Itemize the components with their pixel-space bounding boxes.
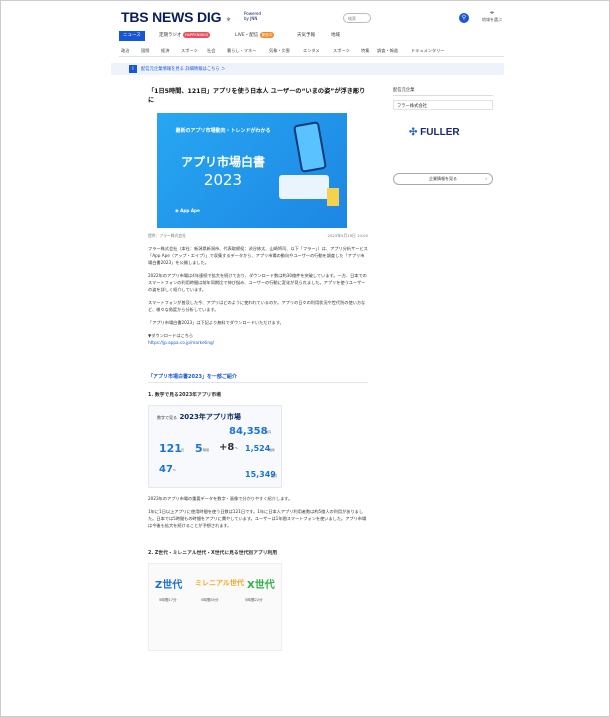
page: TBS NEWS DIG ♆ Powered by JNN 検索 ⚲ ⌖ 地域を選ぶ… [111, 3, 504, 714]
site-header: TBS NEWS DIG ♆ Powered by JNN 検索 ⚲ ⌖ 地域を選ぶ [111, 7, 504, 29]
category-item[interactable]: 国際 [141, 48, 149, 54]
publish-date: 2023年5月19日 10:00 [327, 233, 368, 238]
sidebar: 配信元企業 フラー株式会社 ✣ FULLER 企業情報を見る › [393, 87, 493, 185]
subsection-heading: 2. Z世代・ミレニアル世代・X世代に見る世代別アプリ利用 [148, 551, 278, 556]
stat-unit: 日 [181, 448, 185, 452]
gen-z-label: Z世代 [155, 580, 183, 591]
company-logo[interactable]: ✣ FULLER [409, 127, 460, 138]
notice-bar[interactable]: i 配信元企業情報を見る 詳細情報はこちら ＞ [111, 63, 504, 75]
article-title: 「1日5時間、121日」アプリを使う日本人 ユーザーの“いまの姿”が浮き彫りに [148, 88, 366, 104]
article-body-2: 2023年のアプリ市場の重要データを数字・画像で分かりやすく紹介します。 1年に… [148, 495, 368, 529]
hero-subtitle: 最新のアプリ市場動向・トレンドがわかる [175, 128, 271, 134]
gen-x-label: X世代 [247, 580, 275, 591]
category-item[interactable]: スポーツ [333, 48, 350, 54]
stat-unit: % [173, 468, 176, 472]
paragraph: 2023年のアプリ市場の重要データを数字・画像で分かりやすく紹介します。 [148, 496, 293, 501]
market-infographic: 数字で見る 2023年アプリ市場 84,358 億円 121 日 5 時間 +8… [148, 405, 282, 488]
stat-unit: % [235, 446, 238, 450]
site-logo[interactable]: TBS NEWS DIG ♆ [121, 9, 232, 25]
bar-illustration [327, 188, 339, 206]
category-item[interactable]: 暮らし・マネー [227, 48, 256, 54]
stat-value: 121 [159, 442, 182, 455]
stat-value: 1,524 [245, 444, 271, 453]
tab-badge: 配信中 [259, 31, 275, 38]
logo-mark-icon: ♆ [224, 14, 232, 24]
category-item[interactable]: 社会 [207, 48, 215, 54]
location-pin-icon: ⌖ [489, 8, 495, 17]
hero-image: 最新のアプリ市場動向・トレンドがわかる アプリ市場白書 2023 ◉ App A… [157, 113, 347, 228]
gen-value: 5時間22分 [245, 598, 263, 602]
tab-weather[interactable]: 天気予報 [297, 31, 315, 41]
section-heading: 「アプリ市場白書2023」を一部ご紹介 [148, 373, 368, 383]
subsection-heading: 1. 数字で見る2023年アプリ市場 [148, 393, 221, 398]
logo-subtitle: Powered by JNN [244, 11, 262, 21]
category-item[interactable]: エンタメ [303, 48, 320, 54]
category-item[interactable]: 経済 [161, 48, 169, 54]
stat-unit: 億件 [269, 448, 276, 452]
stat-value: 5 [195, 442, 203, 455]
paragraph: スマートフォンが普及した今、アプリはどのように使われているのか。アプリの日々の利… [148, 300, 366, 312]
tab-region[interactable]: 地域 [331, 31, 340, 41]
tab-live[interactable]: LIVE・配信 配信中 [235, 31, 275, 41]
category-item[interactable]: 特集 [361, 48, 369, 54]
stat-value: 84,358 [229, 426, 268, 437]
info-icon: i [129, 65, 137, 73]
stat-value: 47 [159, 464, 173, 475]
search-button[interactable]: ⚲ [459, 13, 469, 23]
chevron-right-icon: › [485, 176, 487, 181]
paragraph: 「アプリ市場白書2023」は下記より無料でダウンロードいただけます。 [148, 320, 284, 325]
paragraph: フラー株式会社（本社：新潟県新潟市、代表取締役：渋谷修太、山崎将司、以下「フラー… [148, 246, 368, 265]
location-selector[interactable]: ⌖ 地域を選ぶ [481, 9, 503, 23]
download-link[interactable]: https://jp.appa.co.jp/marketing/ [148, 339, 368, 346]
generation-infographic: Z世代 ミレニアル世代 X世代 5時間17分 5時間45分 5時間22分 [148, 563, 282, 651]
paragraph: 2022年のアプリ市場は4年連続で拡大を続けており、ダウンロード数は約30億件を… [148, 273, 367, 292]
paragraph: 1年に1日以上アプリに使用時間を使う日数は121日です。1年に日本人アプリ利用者… [148, 509, 367, 528]
notice-text[interactable]: 配信元企業情報を見る 詳細情報はこちら ＞ [141, 66, 225, 72]
tab-radio[interactable]: 定期ラジオ HAPPENINGS [159, 31, 211, 41]
app-ape-logo-icon: ◉ [175, 208, 179, 213]
stat-unit: 億円 [265, 430, 272, 434]
millennial-label: ミレニアル世代 [195, 579, 244, 587]
stat-value: +8 [219, 442, 235, 453]
category-nav: 政治 国際 経済 スポーツ 社会 暮らし・マネー 気象・災害 エンタメ スポーツ… [119, 47, 504, 57]
company-info-button[interactable]: 企業情報を見る › [393, 173, 493, 185]
sidebar-label: 配信元企業 [393, 87, 493, 96]
article-body: フラー株式会社（本社：新潟県新潟市、代表取締役：渋谷修太、山崎将司、以下「フラー… [148, 245, 368, 346]
main-tabs: ニュース 定期ラジオ HAPPENINGS LIVE・配信 配信中 天気予報 地… [119, 31, 504, 41]
download-label: ▼ダウンロードはこちら [148, 333, 194, 338]
tab-news[interactable]: ニュース [119, 31, 145, 41]
fuller-logo-icon: ✣ [409, 127, 418, 138]
category-item[interactable]: 政治 [121, 48, 129, 54]
search-input[interactable]: 検索 [343, 13, 371, 23]
company-name[interactable]: フラー株式会社 [393, 100, 493, 110]
infographic-title: 数字で見る 2023年アプリ市場 [157, 413, 241, 421]
browser-frame: TBS NEWS DIG ♆ Powered by JNN 検索 ⚲ ⌖ 地域を選ぶ… [0, 0, 610, 717]
category-item[interactable]: 調査・報道 [377, 48, 398, 54]
tab-badge: HAPPENINGS [182, 31, 211, 38]
stat-unit: 億円 [271, 474, 278, 478]
stat-unit: 時間 [203, 448, 210, 452]
category-item[interactable]: スポーツ [181, 48, 198, 54]
image-caption: 提供：フラー株式会社 2023年5月19日 10:00 [148, 233, 368, 238]
hero-title: アプリ市場白書 [180, 155, 265, 169]
chart-illustration [279, 175, 329, 199]
gen-value: 5時間45分 [201, 598, 219, 602]
hero-year: 2023 [203, 171, 243, 189]
hero-brand: ◉ App Ape [175, 208, 200, 213]
search-icon: ⚲ [461, 14, 467, 21]
category-item[interactable]: 気象・災害 [269, 48, 290, 54]
phone-illustration [293, 121, 327, 173]
gen-value: 5時間17分 [159, 598, 177, 602]
category-item[interactable]: ドキュメンタリー [411, 48, 445, 54]
